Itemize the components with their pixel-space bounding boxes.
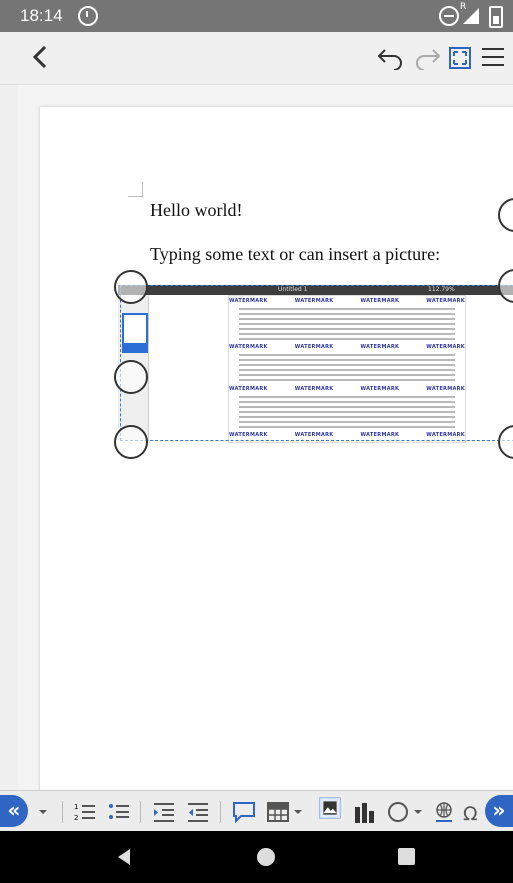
resize-handle-bottom-left[interactable]	[114, 425, 148, 459]
separator	[62, 801, 63, 823]
chart-icon[interactable]	[352, 801, 376, 823]
document-canvas[interactable]: Hello world! Typing some text or can ins…	[18, 85, 513, 790]
paragraph-typing[interactable]: Typing some text or can insert a picture…	[150, 244, 440, 265]
table-dropdown-icon[interactable]	[292, 801, 304, 823]
paragraph-hello[interactable]: Hello world!	[150, 200, 242, 221]
svg-text:2: 2	[74, 814, 78, 822]
redo-icon[interactable]	[414, 46, 442, 74]
separator	[140, 801, 141, 823]
shape-dropdown-icon[interactable]	[412, 801, 424, 823]
image-icon[interactable]	[315, 797, 345, 819]
increase-indent-icon[interactable]	[152, 801, 176, 823]
selection-border	[120, 285, 513, 441]
back-arrow-icon[interactable]	[28, 44, 54, 70]
margin-corner-marker	[128, 182, 143, 197]
nav-home-icon[interactable]	[257, 848, 275, 866]
do-not-disturb-icon	[439, 6, 459, 26]
bulleted-list-icon[interactable]	[108, 801, 130, 823]
battery-icon	[489, 6, 503, 28]
top-toolbar	[0, 32, 513, 85]
svg-text:1: 1	[74, 803, 78, 811]
status-time: 18:14	[20, 6, 63, 25]
status-bar: 18:14 R	[0, 0, 513, 32]
scroll-left-button[interactable]: «	[0, 795, 28, 827]
shape-icon[interactable]	[386, 801, 410, 823]
fullscreen-icon[interactable]	[448, 46, 472, 74]
hyperlink-icon[interactable]	[432, 801, 456, 823]
document-page[interactable]: Hello world! Typing some text or can ins…	[40, 107, 513, 790]
undo-icon[interactable]	[376, 46, 404, 74]
decrease-indent-icon[interactable]	[186, 801, 210, 823]
resize-handle-top-right-outer[interactable]	[498, 198, 513, 232]
scroll-right-button[interactable]: »	[485, 795, 513, 827]
resize-handle-middle-left[interactable]	[114, 360, 148, 394]
signal-icon	[463, 8, 479, 24]
nav-back-icon[interactable]	[118, 849, 130, 865]
separator	[220, 801, 221, 823]
alarm-icon	[78, 6, 98, 26]
numbered-list-icon[interactable]: 12	[74, 801, 96, 823]
formatting-toolbar: « 12 Ω »	[0, 790, 513, 831]
comment-icon[interactable]	[232, 801, 256, 823]
resize-handle-top-left[interactable]	[114, 270, 148, 304]
table-icon[interactable]	[266, 801, 290, 823]
svg-text:Ω: Ω	[463, 803, 478, 823]
hamburger-menu-icon[interactable]	[480, 46, 506, 72]
special-character-icon[interactable]: Ω	[462, 801, 484, 823]
bullets-dropdown-icon[interactable]	[36, 801, 50, 823]
nav-recents-icon[interactable]	[398, 848, 415, 865]
android-navigation-bar	[0, 831, 513, 883]
